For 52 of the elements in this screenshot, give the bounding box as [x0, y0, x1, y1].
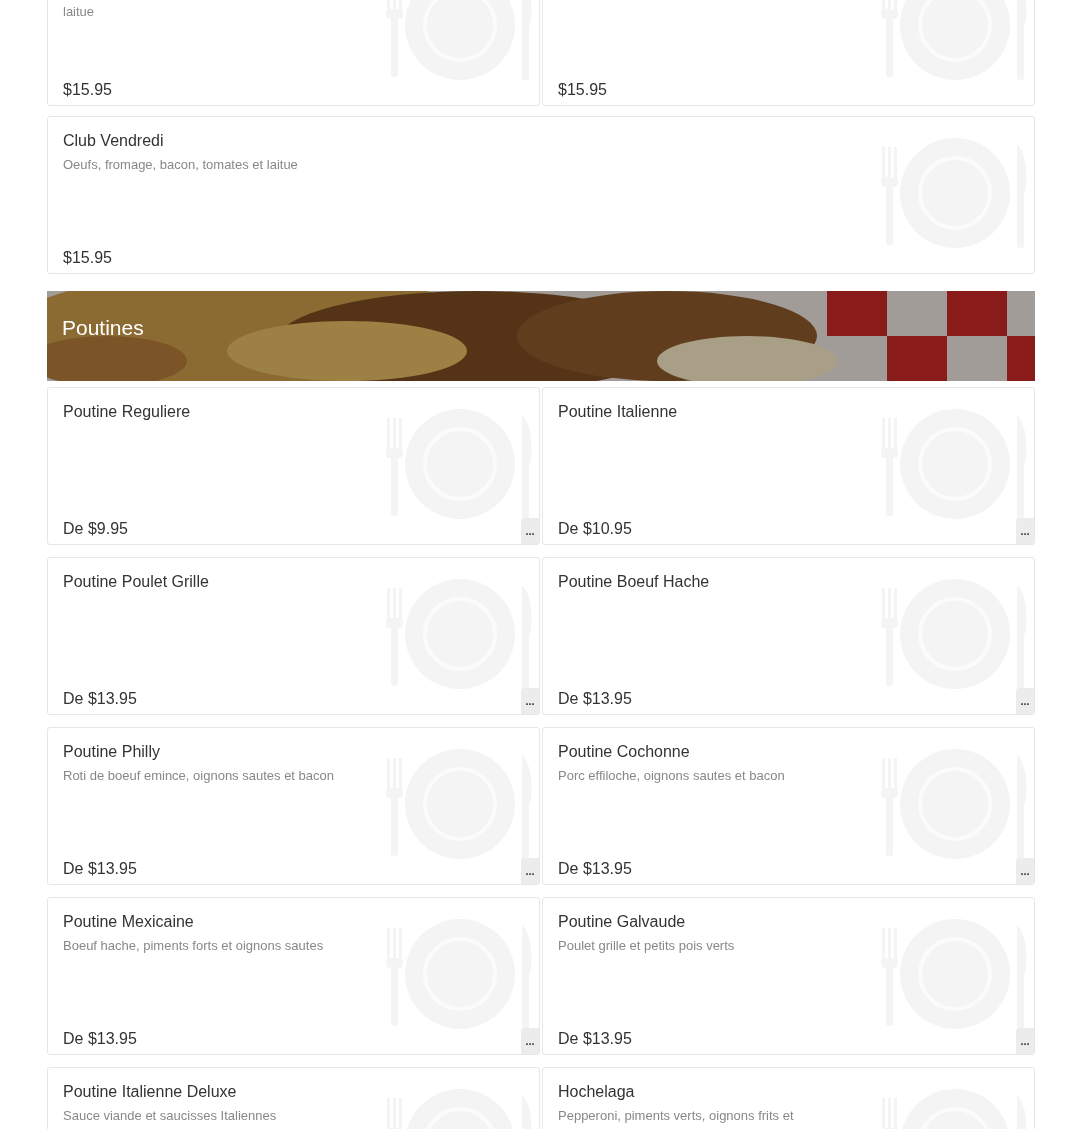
- item-price: $15.95: [63, 81, 112, 99]
- menu-item-card[interactable]: Poutine Cochonne Porc effiloche, oignons sautes et bacon De $13.95 ...: [542, 727, 1035, 885]
- item-title: Poutine Philly: [63, 742, 161, 762]
- item-description: Poulet grille et petits pois verts: [558, 938, 736, 954]
- item-description: Roti de boeuf emince, oignons sautes et bacon: [63, 768, 335, 784]
- item-price: De $13.95: [558, 690, 632, 708]
- item-title: Poutine Italienne Deluxe: [63, 1082, 238, 1102]
- menu-item-card[interactable]: Poutine Boeuf Hache De $13.95 ...: [542, 557, 1035, 715]
- item-price: De $9.95: [63, 520, 128, 538]
- section-title: Poutines: [62, 316, 144, 340]
- item-title: Poutine Mexicaine: [63, 912, 195, 932]
- menu-item-card[interactable]: Poutine Reguliere De $9.95 ...: [47, 387, 540, 545]
- item-title: Poutine Cochonne: [558, 742, 691, 762]
- item-description: Pepperoni, piments verts, oignons frits et: [558, 1108, 795, 1124]
- menu-item-card[interactable]: Club Vendredi Oeufs, fromage, bacon, tomates et laitue $15.95: [47, 116, 1035, 274]
- item-title: Poutine Galvaude: [558, 912, 687, 932]
- menu-item-card[interactable]: Hochelaga Pepperoni, piments verts, oignons frits et: [542, 1067, 1035, 1129]
- more-button[interactable]: ...: [1016, 858, 1034, 884]
- item-title: Poutine Reguliere: [63, 402, 192, 422]
- item-price: De $13.95: [558, 860, 632, 878]
- menu-item-card[interactable]: Poutine Galvaude Poulet grille et petits pois verts De $13.95 ...: [542, 897, 1035, 1055]
- menu-item-card[interactable]: Poutine Italienne Deluxe Sauce viande et saucisses Italiennes: [47, 1067, 540, 1129]
- item-price: De $13.95: [558, 1030, 632, 1048]
- item-price: De $10.95: [558, 520, 632, 538]
- item-price: $15.95: [558, 81, 607, 99]
- item-title: Poutine Boeuf Hache: [558, 572, 711, 592]
- menu-item-card[interactable]: Poutine Mexicaine Boeuf hache, piments forts et oignons sautes De $13.95 ...: [47, 897, 540, 1055]
- more-button[interactable]: ...: [521, 858, 539, 884]
- item-description: laitue: [63, 4, 96, 20]
- item-price: De $13.95: [63, 690, 137, 708]
- more-button[interactable]: ...: [521, 688, 539, 714]
- item-description: Porc effiloche, oignons sautes et bacon: [558, 768, 786, 784]
- more-button[interactable]: ...: [1016, 688, 1034, 714]
- menu-item-card[interactable]: Poutine Philly Roti de boeuf emince, oignons sautes et bacon De $13.95 ...: [47, 727, 540, 885]
- item-description: Boeuf hache, piments forts et oignons sautes: [63, 938, 325, 954]
- item-title: Poutine Italienne: [558, 402, 679, 422]
- item-title: Club Vendredi: [63, 131, 165, 151]
- more-button[interactable]: ...: [521, 518, 539, 544]
- item-price: De $13.95: [63, 860, 137, 878]
- menu-item-card[interactable]: Poutine Poulet Grille De $13.95 ...: [47, 557, 540, 715]
- item-price: De $13.95: [63, 1030, 137, 1048]
- item-title: Hochelaga: [558, 1082, 636, 1102]
- more-button[interactable]: ...: [521, 1028, 539, 1054]
- item-price: $15.95: [63, 249, 112, 267]
- more-button[interactable]: ...: [1016, 1028, 1034, 1054]
- more-button[interactable]: ...: [1016, 518, 1034, 544]
- menu-item-card[interactable]: $15.95: [542, 0, 1035, 106]
- item-title: Poutine Poulet Grille: [63, 572, 210, 592]
- menu-item-card[interactable]: laitue $15.95: [47, 0, 540, 106]
- item-description: Sauce viande et saucisses Italiennes: [63, 1108, 278, 1124]
- menu-item-card[interactable]: Poutine Italienne De $10.95 ...: [542, 387, 1035, 545]
- item-description: Oeufs, fromage, bacon, tomates et laitue: [63, 157, 299, 173]
